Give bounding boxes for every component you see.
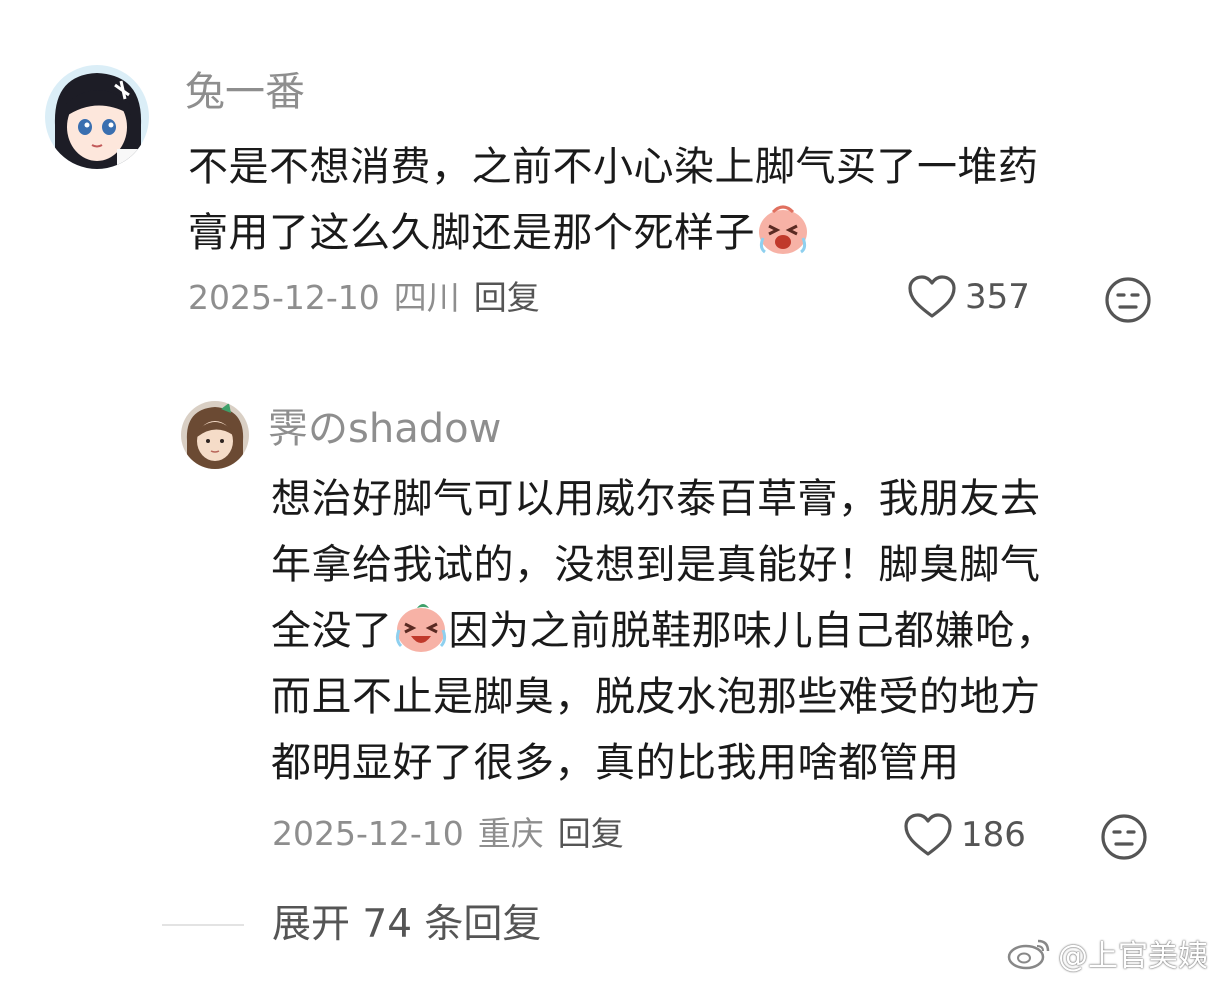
comment-location: 四川 [393, 278, 460, 317]
reply-like-button[interactable]: 186 [903, 812, 1026, 858]
reply-text-line: 想治好脚气可以用威尔泰百草膏，我朋友去 [271, 476, 1041, 522]
weibo-logo-icon [1007, 939, 1050, 970]
reply-reaction-face-icon[interactable] [1100, 813, 1148, 861]
reply-date: 2025-12-10 [272, 814, 464, 853]
reply-body: 想治好脚气可以用威尔泰百草膏，我朋友去 年拿给我试的，没想到是真能好！脚臭脚气 … [271, 466, 1056, 796]
reply-location: 重庆 [477, 814, 544, 853]
comment-username[interactable]: 兔一番 [185, 68, 305, 116]
reply-text-fragment: 因为之前脱鞋那味儿自己都嫌呛， [448, 608, 1056, 654]
comment-like-count: 357 [965, 277, 1030, 317]
reply-text-line: 年拿给我试的，没想到是真能好！脚臭脚气 [271, 542, 1041, 588]
comment-body: 不是不想消费，之前不小心染上脚气买了一堆药 膏用了这么久脚还是那个死样子 [188, 134, 1039, 266]
comment-reaction-face-icon[interactable] [1104, 276, 1152, 324]
expand-replies-button[interactable]: 展开 74 条回复 [162, 900, 541, 950]
comment-reply-button[interactable]: 回复 [474, 278, 540, 317]
reply-text-fragment: 全没了 [271, 608, 393, 654]
reply-like-count: 186 [961, 815, 1026, 855]
heart-icon [908, 275, 956, 318]
divider [162, 924, 244, 926]
reply-text-line: 而且不止是脚臭，脱皮水泡那些难受的地方 [271, 674, 1041, 720]
comment-text-line: 不是不想消费，之前不小心染上脚气买了一堆药 [188, 144, 1039, 190]
avatar[interactable] [45, 65, 149, 169]
reply-reply-button[interactable]: 回复 [558, 814, 624, 853]
reply-text-line: 都明显好了很多，真的比我用啥都管用 [271, 740, 960, 786]
crying-face-emoji-icon [759, 205, 807, 254]
watermark-text: @上官美姨 [1058, 939, 1208, 974]
reply-meta: 2025-12-10 重庆 回复 [272, 814, 624, 854]
comment-text-line: 膏用了这么久脚还是那个死样子 [188, 210, 755, 256]
watermark: @上官美姨 [1006, 931, 1208, 975]
comment-like-button[interactable]: 357 [907, 274, 1030, 320]
comment-text-line-2: 膏用了这么久脚还是那个死样子 [188, 200, 1039, 266]
reply-username[interactable]: 霁のshadow [268, 405, 501, 453]
comment-date: 2025-12-10 [188, 278, 380, 317]
heart-icon [904, 813, 952, 856]
laughing-face-emoji-icon [395, 604, 446, 652]
expand-replies-label: 展开 74 条回复 [272, 902, 542, 947]
reply-avatar[interactable] [181, 401, 249, 469]
reply-text-line-3: 全没了 因为之前脱鞋那味儿自己都嫌呛， [271, 598, 1056, 664]
comment-meta: 2025-12-10 四川 回复 [188, 278, 540, 318]
